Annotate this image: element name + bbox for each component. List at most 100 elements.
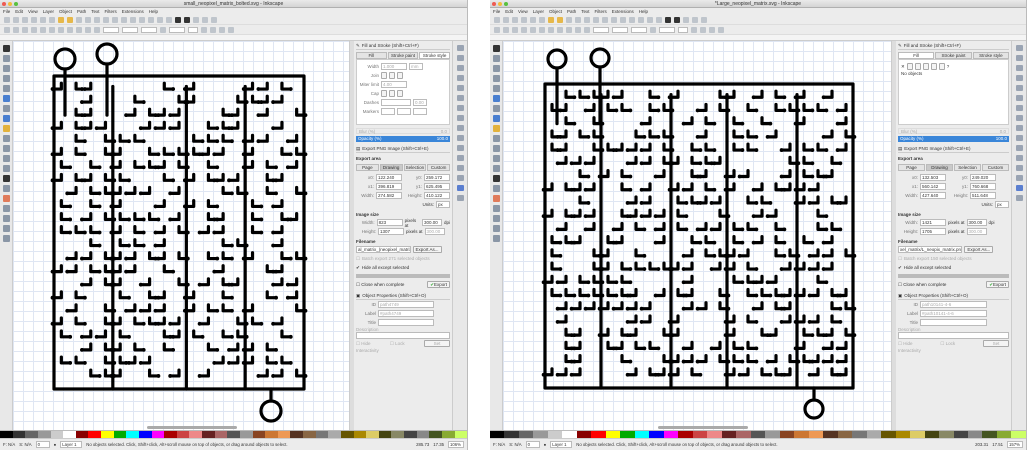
measure-tool-icon[interactable]	[492, 85, 500, 92]
undo-icon[interactable]	[548, 16, 554, 23]
menu-object[interactable]: Object	[549, 8, 562, 15]
palette-swatch[interactable]	[303, 431, 316, 438]
zoom-page-icon[interactable]	[121, 16, 127, 23]
preferences-icon[interactable]	[211, 16, 217, 23]
rotate-cw-icon[interactable]	[530, 26, 536, 33]
gradient-tool-icon[interactable]	[492, 215, 500, 222]
redo-icon[interactable]	[67, 16, 73, 23]
export-area-selection[interactable]: Selection	[954, 164, 981, 171]
zoom-page-icon[interactable]	[611, 16, 617, 23]
palette-swatch[interactable]	[634, 431, 650, 438]
zoom-tool-icon[interactable]	[2, 75, 10, 82]
dpi-input[interactable]: 300.00	[966, 219, 987, 226]
snap-text-baseline-icon[interactable]	[1015, 165, 1023, 171]
units-select[interactable]: px	[436, 201, 450, 208]
radial-gradient-button[interactable]	[922, 63, 929, 70]
flip-v-icon[interactable]	[58, 26, 64, 33]
description-input[interactable]	[356, 332, 450, 339]
area-width-input[interactable]: 427.640	[920, 192, 946, 199]
x-field[interactable]	[593, 26, 609, 33]
linear-gradient-button[interactable]	[914, 63, 921, 70]
zoom-window-button[interactable]	[14, 2, 18, 6]
snap-bbox-icon[interactable]	[456, 55, 464, 61]
menu-view[interactable]: View	[518, 8, 528, 15]
filename-input[interactable]: xel_matrix/L_neopix_matrix.png	[898, 246, 963, 253]
palette-swatch[interactable]	[340, 431, 354, 438]
dropper-tool-icon[interactable]	[492, 225, 500, 232]
palette-swatch[interactable]	[126, 431, 139, 438]
dash-offset-input[interactable]: 0.00	[413, 99, 427, 106]
zoom-field[interactable]: 106%	[448, 441, 464, 448]
palette-swatch[interactable]	[25, 431, 38, 438]
zoom-drawing-icon[interactable]	[602, 16, 608, 23]
deselect-icon[interactable]	[22, 26, 28, 33]
menu-layer[interactable]: Layer	[43, 8, 54, 15]
id-input[interactable]: path4749	[378, 301, 435, 308]
eraser-tool-icon[interactable]	[2, 195, 10, 202]
hide-except-selected-checkbox[interactable]: ✔	[356, 265, 360, 271]
scale-corners-icon[interactable]	[210, 26, 216, 33]
select-all-layers-icon[interactable]	[503, 26, 509, 33]
stroke-unit-select[interactable]: mm	[409, 63, 423, 70]
ellipse-tool-icon[interactable]	[2, 115, 10, 122]
align-icon[interactable]	[193, 16, 199, 23]
snap-bbox-icon[interactable]	[1015, 55, 1023, 61]
end-marker-select[interactable]	[413, 108, 427, 115]
fill-stroke-icon[interactable]	[665, 16, 671, 23]
palette-swatch[interactable]	[881, 431, 896, 438]
palette-swatch[interactable]	[12, 431, 26, 438]
calligraphy-tool-icon[interactable]	[2, 165, 10, 172]
spiral-tool-icon[interactable]	[492, 135, 500, 142]
pencil-tool-icon[interactable]	[2, 145, 10, 152]
snap-page-icon[interactable]	[456, 175, 464, 181]
transform-gradients-icon[interactable]	[709, 26, 715, 33]
export-area-drawing[interactable]: Drawing	[379, 164, 403, 171]
palette-swatch[interactable]	[533, 431, 548, 438]
rect-tool-icon[interactable]	[2, 95, 10, 102]
palette-swatch[interactable]	[113, 431, 127, 438]
minimize-window-button[interactable]	[8, 2, 12, 6]
zoom-drawing-icon[interactable]	[112, 16, 118, 23]
lock-icon[interactable]	[650, 26, 656, 33]
palette-swatch[interactable]	[151, 431, 165, 438]
export-as-button[interactable]: Export As...	[964, 246, 994, 253]
snap-toggle-icon[interactable]	[456, 45, 464, 51]
export-button[interactable]: ✔Export	[986, 281, 1009, 288]
snap-bbox-edge-icon[interactable]	[1015, 65, 1023, 71]
transform-patterns-icon[interactable]	[228, 26, 234, 33]
opacity-spin[interactable]: 0	[35, 441, 50, 448]
y1-input[interactable]: 625.495	[424, 183, 450, 190]
join-round-button[interactable]	[389, 72, 395, 79]
zoom-window-button[interactable]	[504, 2, 508, 6]
cap-round-button[interactable]	[389, 90, 395, 97]
spray-tool-icon[interactable]	[492, 185, 500, 192]
ellipse-tool-icon[interactable]	[492, 115, 500, 122]
spiral-tool-icon[interactable]	[2, 135, 10, 142]
unset-paint-button[interactable]: ?	[947, 64, 950, 69]
rect-tool-icon[interactable]	[492, 95, 500, 102]
palette-swatch[interactable]	[227, 431, 240, 438]
print-icon[interactable]	[521, 16, 527, 23]
group-icon[interactable]	[157, 16, 163, 23]
opacity-slider[interactable]: Opacity (%) 100.0	[356, 136, 450, 142]
palette-swatch[interactable]	[837, 431, 853, 438]
palette-swatch[interactable]	[750, 431, 766, 438]
tab-stroke-paint[interactable]: Stroke paint	[387, 52, 419, 59]
export-area-custom[interactable]: Custom	[982, 164, 1009, 171]
vertical-scrollbar[interactable]	[892, 41, 896, 430]
raise-top-icon[interactable]	[557, 26, 563, 33]
close-window-button[interactable]	[492, 2, 496, 6]
palette-swatch[interactable]	[620, 431, 635, 438]
unlink-clone-icon[interactable]	[148, 16, 154, 23]
snap-smooth-icon[interactable]	[1015, 125, 1023, 131]
flat-color-button[interactable]	[906, 63, 913, 70]
palette-swatch[interactable]	[164, 431, 177, 438]
snap-toggle-icon[interactable]	[1015, 45, 1023, 51]
export-area-selection[interactable]: Selection	[403, 164, 427, 171]
cap-butt-button[interactable]	[381, 90, 387, 97]
y0-input[interactable]: 259.172	[424, 174, 450, 181]
swatch-button[interactable]	[938, 63, 945, 70]
cut-icon[interactable]	[85, 16, 91, 23]
menu-layer[interactable]: Layer	[533, 8, 544, 15]
tab-stroke-paint[interactable]: Stroke paint	[935, 52, 972, 59]
